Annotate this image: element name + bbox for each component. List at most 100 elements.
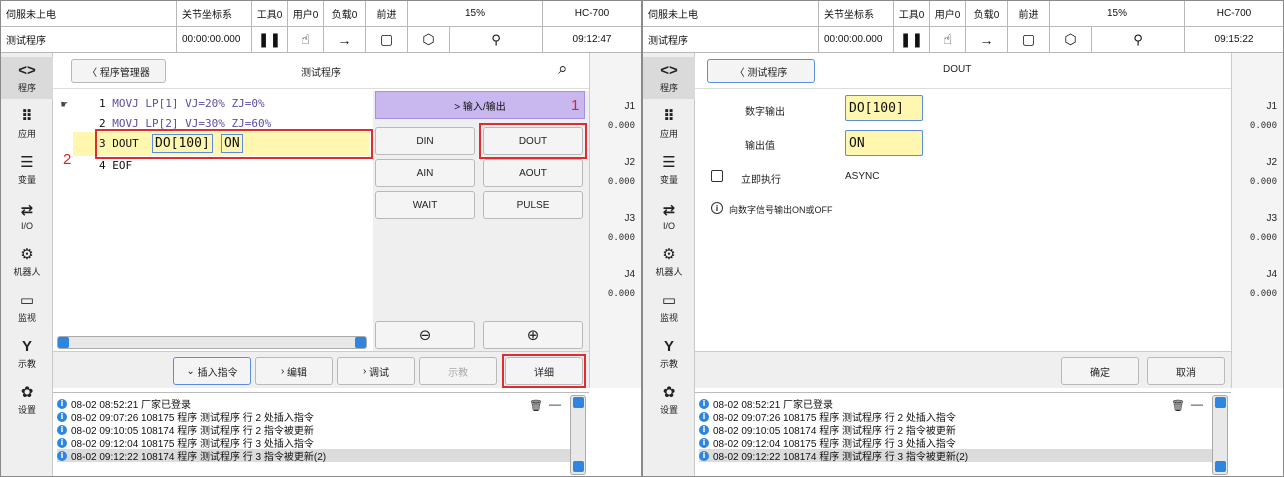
code-line[interactable]: 1 MOVJ LP[1] VJ=20% ZJ=0% (99, 97, 265, 110)
pause-icon[interactable]: ❚❚ (252, 27, 288, 53)
servo-status: 伺服未上电 (1, 1, 177, 27)
log-panel: i 08-02 08:52:21 厂家已登录 i 08-02 09:07:26 10… (53, 392, 589, 476)
detail-button[interactable]: 详细 (505, 357, 583, 385)
nav-settings[interactable]: ✿ 设置 (1, 379, 53, 421)
arrow-right-icon[interactable]: → (966, 27, 1008, 53)
trash-icon[interactable]: 🗑 (1171, 399, 1185, 412)
immediate-checkbox[interactable] (711, 170, 723, 182)
cancel-button[interactable]: 取消 (1147, 357, 1225, 385)
scroll-right-icon[interactable] (355, 337, 366, 348)
list-item[interactable]: i 08-02 09:12:22 108174 程序 测试程序 行 3 指令被更新… (57, 449, 573, 463)
code-line[interactable]: 2 MOVJ LP[2] VJ=30% ZJ=60% (99, 117, 271, 130)
h-scrollbar[interactable] (57, 336, 367, 349)
pulse-button[interactable]: PULSE (483, 191, 583, 219)
scroll-down-icon[interactable] (1215, 461, 1226, 472)
info-icon: i (57, 398, 67, 409)
tool-select[interactable]: 工具0 (252, 1, 288, 27)
wrench-icon[interactable]: ⚲ (450, 27, 543, 53)
dout-button[interactable]: DOUT (483, 127, 583, 155)
wrench-icon[interactable]: ⚲ (1092, 27, 1185, 53)
nav-io[interactable]: ⇄ I/O (643, 195, 695, 237)
nav-monitor[interactable]: ▭ 监视 (1, 287, 53, 329)
nav-program[interactable]: <> 程序 (1, 57, 53, 99)
status-header: 伺服未上电 关节坐标系 工具0 用户0 负载0 前进 15% HC-700 测试… (1, 1, 641, 53)
code-line[interactable]: 4 EOF (99, 159, 132, 172)
hand-icon[interactable]: ☝ (930, 27, 966, 53)
param-value[interactable]: ON (221, 134, 243, 153)
minimize-icon[interactable]: — (549, 397, 561, 411)
run-timer: 00:00:00.000 (819, 27, 894, 53)
cube-icon[interactable]: ⬡ (408, 27, 450, 53)
program-editor-screen: 伺服未上电 关节坐标系 工具0 用户0 负载0 前进 15% HC-700 测试… (0, 0, 642, 477)
code-line-selected[interactable]: 3 DOUT (99, 137, 139, 150)
program-main: 〈 程序管理器 测试程序 ⌕ ☛ 1 MOVJ LP[1] VJ=20% ZJ=… (53, 53, 602, 388)
sliders-icon: ☰ (20, 154, 34, 171)
joint-panel: J1 0.000 J2 0.000 J3 0.000 J4 0.000 (589, 53, 641, 388)
teach-button[interactable]: 示教 (419, 357, 497, 385)
aout-button[interactable]: AOUT (483, 159, 583, 187)
nav-variable[interactable]: ☰ 变量 (1, 149, 53, 191)
ain-button[interactable]: AIN (375, 159, 475, 187)
title-bar: 〈 程序管理器 测试程序 ⌕ (53, 53, 589, 89)
coord-system[interactable]: 关节坐标系 (177, 1, 252, 27)
joint-value: 0.000 (607, 233, 635, 243)
coord-system[interactable]: 关节坐标系 (819, 1, 894, 27)
insert-button[interactable]: ⌄ 插入指令 (173, 357, 251, 385)
back-button[interactable]: 〈 测试程序 (707, 59, 815, 83)
hand-icon[interactable]: ☝ (288, 27, 324, 53)
nav-robot[interactable]: ⚙ 机器人 (1, 241, 53, 283)
tool-select[interactable]: 工具0 (894, 1, 930, 27)
back-button[interactable]: 〈 程序管理器 (71, 59, 166, 83)
ok-button[interactable]: 确定 (1061, 357, 1139, 385)
load-select[interactable]: 负载0 (966, 1, 1008, 27)
din-button[interactable]: DIN (375, 127, 475, 155)
direction-select[interactable]: 前进 (366, 1, 408, 27)
debug-button[interactable]: › 调试 (337, 357, 415, 385)
param-do[interactable]: DO[100] (152, 134, 213, 153)
prev-page-icon[interactable]: ⊖ (375, 321, 475, 349)
category-io[interactable]: > 输入/输出 (375, 91, 585, 119)
window-icon[interactable]: ▢ (1008, 27, 1050, 53)
joint-value: 0.000 (1249, 289, 1277, 299)
nav-teach[interactable]: Y 示教 (643, 333, 695, 375)
pause-icon[interactable]: ❚❚ (894, 27, 930, 53)
search-icon[interactable]: ⌕ (558, 59, 568, 79)
speed-display[interactable]: 15% (1050, 1, 1185, 27)
list-item[interactable]: i 08-02 09:12:22 108174 程序 测试程序 行 3 指令被更新… (699, 449, 1215, 463)
info-icon: i (57, 437, 67, 448)
scroll-left-icon[interactable] (58, 337, 69, 348)
window-icon[interactable]: ▢ (366, 27, 408, 53)
arrow-right-icon[interactable]: → (324, 27, 366, 53)
nav-settings[interactable]: ✿ 设置 (643, 379, 695, 421)
scroll-up-icon[interactable] (573, 397, 584, 408)
nav-app[interactable]: ⠿ 应用 (1, 103, 53, 145)
user-select[interactable]: 用户0 (288, 1, 324, 27)
nav-variable[interactable]: ☰ 变量 (643, 149, 695, 191)
log-panel: i 08-02 08:52:21 厂家已登录 i 08-02 09:07:26 10… (695, 392, 1231, 476)
joint-label: J1 (624, 101, 635, 112)
speed-display[interactable]: 15% (408, 1, 543, 27)
output-value-field[interactable]: ON (845, 130, 923, 156)
scroll-up-icon[interactable] (1215, 397, 1226, 408)
nav-io[interactable]: ⇄ I/O (1, 195, 53, 237)
user-select[interactable]: 用户0 (930, 1, 966, 27)
nav-robot[interactable]: ⚙ 机器人 (643, 241, 695, 283)
digital-output-field[interactable]: DO[100] (845, 95, 923, 121)
trash-icon[interactable]: 🗑 (529, 399, 543, 412)
nav-teach[interactable]: Y 示教 (1, 333, 53, 375)
cube-icon[interactable]: ⬡ (1050, 27, 1092, 53)
info-icon: i (699, 398, 709, 409)
edit-button[interactable]: › 编辑 (255, 357, 333, 385)
minimize-icon[interactable]: — (1191, 397, 1203, 411)
io-icon: ⇄ (20, 201, 34, 219)
nav-monitor[interactable]: ▭ 监视 (643, 287, 695, 329)
direction-select[interactable]: 前进 (1008, 1, 1050, 27)
wait-button[interactable]: WAIT (375, 191, 475, 219)
next-page-icon[interactable]: ⊕ (483, 321, 583, 349)
robot-icon: ⚙ (662, 246, 676, 263)
grid-icon: ⠿ (21, 108, 33, 125)
nav-program[interactable]: <> 程序 (643, 57, 695, 99)
scroll-down-icon[interactable] (573, 461, 584, 472)
load-select[interactable]: 负载0 (324, 1, 366, 27)
nav-app[interactable]: ⠿ 应用 (643, 103, 695, 145)
